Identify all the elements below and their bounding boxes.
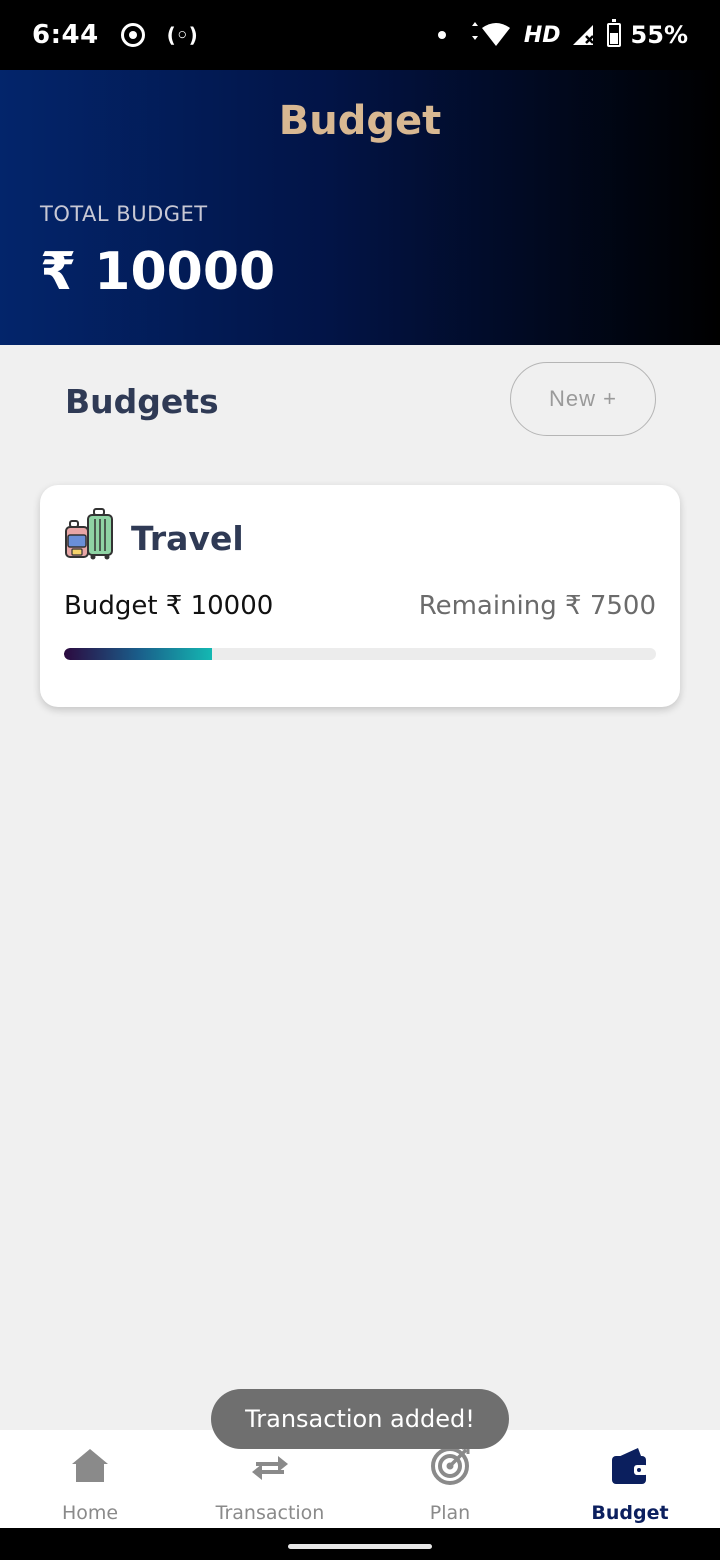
wallet-icon	[612, 1448, 648, 1484]
budget-progress-bar	[64, 648, 656, 660]
nav-transaction-label: Transaction	[215, 1502, 325, 1524]
budget-progress-fill	[64, 648, 212, 660]
home-icon	[72, 1449, 108, 1482]
status-right: HD 55%	[437, 19, 688, 49]
hd-indicator: HD	[523, 22, 561, 48]
budget-amount: Budget ₹ 10000	[64, 591, 274, 621]
battery-icon	[606, 19, 621, 47]
signal-icon	[572, 25, 594, 45]
total-budget-label: TOTAL BUDGET	[40, 202, 208, 226]
budget-card-travel[interactable]: Travel Budget ₹ 10000 Remaining ₹ 7500	[40, 485, 680, 707]
luggage-icon	[65, 508, 113, 560]
hotspot-icon: (◦)	[166, 23, 198, 47]
transfer-arrows-icon	[252, 1456, 288, 1480]
gesture-bar	[0, 1528, 720, 1560]
budgets-section-title: Budgets	[65, 382, 219, 421]
wifi-icon	[471, 22, 510, 46]
total-budget-amount: ₹ 10000	[40, 242, 276, 302]
remaining-amount: Remaining ₹ 7500	[418, 591, 656, 621]
battery-percent: 55%	[630, 21, 688, 49]
nav-budget[interactable]: Budget	[540, 1430, 720, 1528]
target-icon	[431, 1446, 470, 1485]
new-budget-button[interactable]: New +	[510, 362, 656, 436]
toast-message: Transaction added!	[211, 1389, 509, 1449]
status-left: 6:44 (◦)	[32, 20, 198, 50]
home-gesture-handle[interactable]	[288, 1544, 432, 1549]
nav-home-label: Home	[61, 1502, 119, 1524]
budget-card-title: Travel	[131, 519, 244, 558]
nav-home[interactable]: Home	[0, 1430, 180, 1528]
page-title: Budget	[278, 98, 442, 144]
nav-budget-label: Budget	[591, 1502, 669, 1524]
status-time: 6:44	[32, 20, 99, 50]
status-bar: 6:44 (◦) HD 55%	[0, 0, 720, 70]
budget-header: Budget TOTAL BUDGET ₹ 10000	[0, 70, 720, 345]
screen-record-icon	[120, 23, 145, 47]
nav-plan-label: Plan	[429, 1502, 471, 1524]
notification-dot-icon	[437, 31, 446, 39]
